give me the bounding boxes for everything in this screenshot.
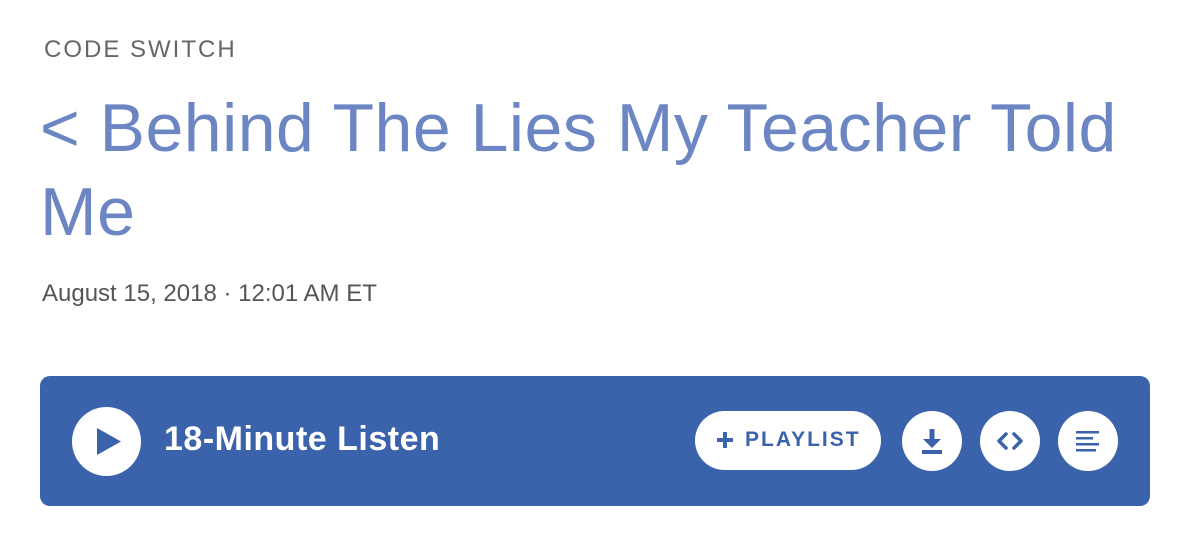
- play-button[interactable]: [72, 407, 141, 476]
- download-button[interactable]: [902, 411, 962, 471]
- story-title: < Behind The Lies My Teacher Told Me: [40, 90, 1117, 250]
- story-dateline: August 15, 2018 · 12:01 AM ET: [42, 280, 377, 307]
- program-link[interactable]: CODE SWITCH: [44, 36, 237, 64]
- download-icon: [922, 429, 942, 454]
- plus-icon: [717, 432, 733, 448]
- play-icon: [97, 428, 121, 455]
- transcript-icon: [1076, 431, 1099, 452]
- embed-code-icon: [997, 432, 1023, 450]
- audio-player-bar: 18-Minute Listen PLAYLIST: [40, 376, 1150, 506]
- add-to-playlist-button[interactable]: PLAYLIST: [695, 411, 881, 470]
- playlist-label: PLAYLIST: [745, 428, 861, 451]
- listen-duration-label: 18-Minute Listen: [164, 420, 441, 458]
- transcript-button[interactable]: [1058, 411, 1118, 471]
- embed-button[interactable]: [980, 411, 1040, 471]
